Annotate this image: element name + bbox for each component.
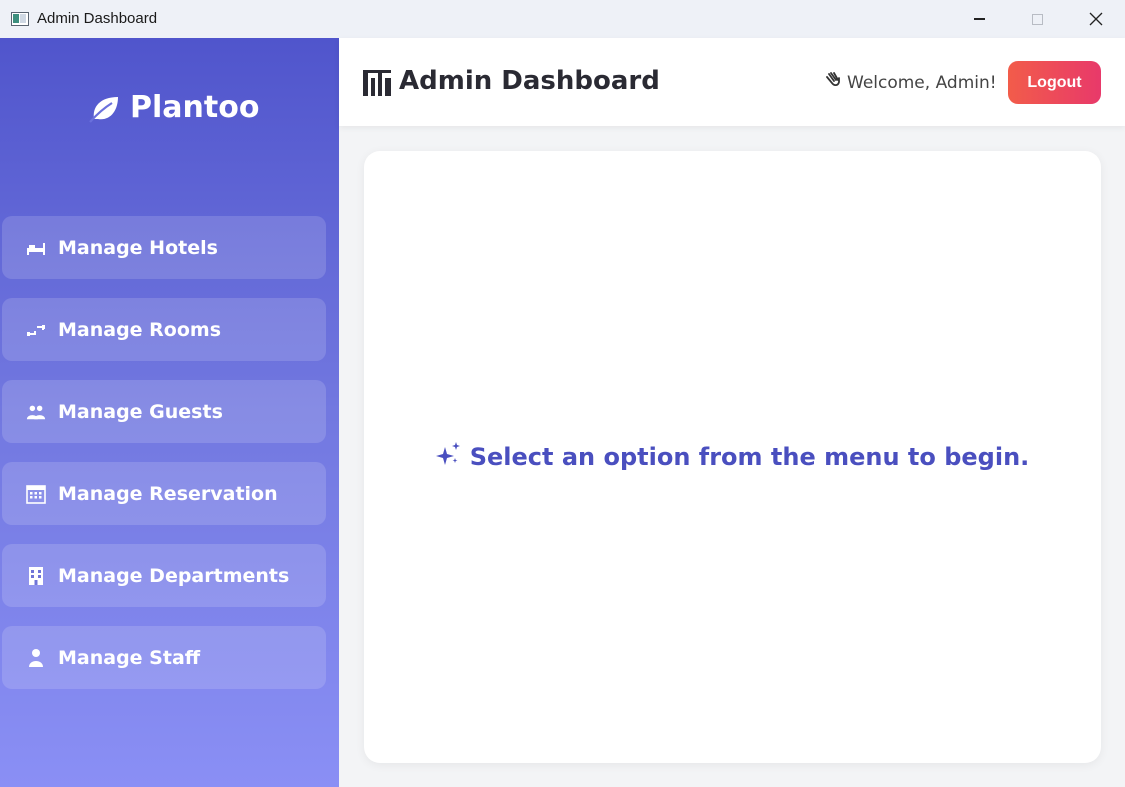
maximize-button[interactable] (1008, 0, 1066, 38)
brand-name: Plantoo (130, 90, 260, 125)
brand-logo: Plantoo (88, 90, 259, 125)
bed-icon (26, 238, 46, 258)
sidebar: Plantoo Manage Hotels Manage Rooms Manag… (0, 38, 339, 787)
logout-button[interactable]: Logout (1008, 61, 1101, 104)
window-titlebar: Admin Dashboard (0, 0, 1125, 38)
sidebar-item-hotels[interactable]: Manage Hotels (2, 216, 326, 279)
maximize-icon (1031, 13, 1043, 25)
building-icon (26, 566, 46, 586)
bar-chart-icon (363, 70, 391, 100)
sidebar-item-reservation[interactable]: Manage Reservation (2, 462, 326, 525)
empty-state-prompt: Select an option from the menu to begin. (364, 441, 1101, 473)
sidebar-item-label: Manage Rooms (58, 318, 222, 341)
welcome-message: Welcome, Admin! (825, 72, 997, 93)
leaf-icon (89, 96, 118, 123)
window-title: Admin Dashboard (37, 10, 158, 27)
sidebar-item-label: Manage Hotels (58, 236, 218, 259)
minimize-button[interactable] (950, 0, 1008, 38)
sidebar-item-staff[interactable]: Manage Staff (2, 626, 326, 689)
sparkles-icon (435, 441, 462, 473)
page-title: Admin Dashboard (399, 66, 660, 96)
sidebar-item-label: Manage Reservation (58, 482, 278, 505)
top-header: Admin Dashboard Welcome, Admin! Logout (339, 38, 1125, 126)
people-icon (26, 402, 46, 422)
minimize-icon (973, 18, 985, 20)
person-icon (26, 648, 46, 668)
waving-hand-icon (825, 72, 841, 93)
calendar-icon (26, 484, 46, 504)
sidebar-item-label: Manage Departments (58, 564, 290, 587)
key-icon (26, 320, 46, 340)
close-icon (1089, 12, 1103, 26)
prompt-text: Select an option from the menu to begin. (469, 443, 1030, 471)
sidebar-item-label: Manage Staff (58, 646, 201, 669)
sidebar-item-label: Manage Guests (58, 400, 223, 423)
welcome-text: Welcome, Admin! (847, 72, 997, 93)
content-card: Select an option from the menu to begin. (364, 151, 1101, 763)
sidebar-item-guests[interactable]: Manage Guests (2, 380, 326, 443)
sidebar-item-rooms[interactable]: Manage Rooms (2, 298, 326, 361)
close-button[interactable] (1067, 0, 1125, 38)
sidebar-item-departments[interactable]: Manage Departments (2, 544, 326, 607)
app-window-icon (11, 12, 29, 26)
